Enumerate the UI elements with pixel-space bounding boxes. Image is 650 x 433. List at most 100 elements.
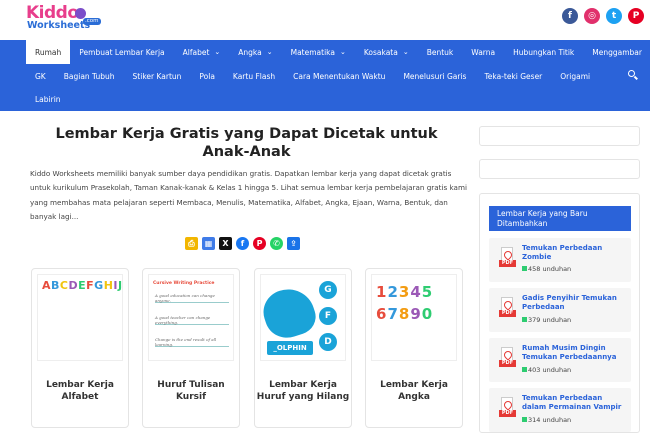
pdf-icon: PDF [499,397,516,419]
nav-item-angka[interactable]: Angka⌄ [229,40,281,64]
whatsapp-icon[interactable]: ✆ [270,237,283,250]
numbers-thumbnail: 1234567890 [371,274,457,361]
pinterest-icon[interactable]: P [253,237,266,250]
alphabet-thumbnail: ABCDEFGHIJKLMNOPQRSTUVWXYZ [37,274,123,361]
download-title[interactable]: Gadis Penyihir Temukan Perbedaan [522,294,627,312]
download-item[interactable]: PDF Temukan Perbedaan dalam Permainan Va… [489,388,631,432]
card-caption: Lembar Kerja Huruf yang Hilang [255,379,351,403]
cursive-heading: Cursive Writing Practice [153,281,214,286]
nav-item-stiker-kartun[interactable]: Stiker Kartun [124,64,191,88]
letter-option: G [319,281,337,299]
social-links: f ◎ t P [562,8,644,24]
download-item[interactable]: PDF Rumah Musim Dingin Temukan Perbedaan… [489,338,631,382]
widget-heading: Lembar Kerja yang Baru Ditambahkan [489,206,631,231]
nav-item-teka-teki-geser[interactable]: Teka-teki Geser [475,64,551,88]
download-icon [522,317,527,322]
number-digit: 2 [387,283,398,301]
download-count: 458 unduhan [522,265,571,273]
nav-item-origami[interactable]: Origami [551,64,599,88]
pdf-icon: PDF [499,297,516,319]
cursive-line: A good teacher can change everything. [155,315,229,325]
alphabet-letter: F [86,279,94,292]
logo-subtext: Worksheets [27,20,90,32]
alphabet-letter: A [42,279,51,292]
number-digit: 3 [399,283,410,301]
nav-item-labirin[interactable]: Labirin [26,87,70,111]
missing-letter-thumbnail: G F D _OLPHIN [260,274,346,361]
nav-item-kosakata[interactable]: Kosakata⌄ [355,40,418,64]
alphabet-letters: ABCDEFGHIJKLMNOPQRSTUVWXYZ [42,279,118,292]
search-icon[interactable] [628,70,638,80]
download-icon [522,367,527,372]
nav-item-kartu-flash[interactable]: Kartu Flash [224,64,284,88]
number-digit: 4 [410,283,421,301]
alphabet-letter: H [104,279,114,292]
recent-worksheets-widget: Lembar Kerja yang Baru Ditambahkan PDF T… [479,193,640,433]
card-caption: Huruf Tulisan Kursif [143,379,239,403]
grid-icon[interactable]: ▦ [202,237,215,250]
intro-text: Kiddo Worksheets memiliki banyak sumber … [30,167,467,224]
twitter-icon[interactable]: t [606,8,622,24]
cursive-thumbnail: Cursive Writing Practice A good educatio… [148,274,234,361]
download-item[interactable]: PDF Temukan Perbedaan Zombie 458 unduhan [489,238,631,282]
alphabet-letter: B [51,279,60,292]
nav-row-3: Labirin [26,87,70,111]
nav-row-1: RumahPembuat Lembar KerjaAlfabet⌄Angka⌄M… [26,40,650,64]
card-caption: Lembar Kerja Angka [366,379,462,403]
nav-item-alfabet[interactable]: Alfabet⌄ [174,40,230,64]
download-item[interactable]: PDF Gadis Penyihir Temukan Perbedaan 379… [489,288,631,332]
alphabet-letter: G [94,279,104,292]
share-bar: ⎙ ▦ X f P ✆ ⇪ [185,237,300,250]
chevron-down-icon: ⌄ [267,48,273,56]
download-count: 314 unduhan [522,416,571,424]
nav-item-cara-menentukan-waktu[interactable]: Cara Menentukan Waktu [284,64,394,88]
share-icon[interactable]: ⇪ [287,237,300,250]
dolphin-illustration [260,282,320,343]
download-title[interactable]: Temukan Perbedaan Zombie [522,244,627,262]
download-icon [522,266,527,271]
download-title[interactable]: Temukan Perbedaan dalam Permainan Vampir [522,394,627,412]
nav-item-warna[interactable]: Warna [462,40,504,64]
number-digit: 0 [422,305,433,323]
download-title[interactable]: Rumah Musim Dingin Temukan Perbedaannya [522,344,627,362]
x-icon[interactable]: X [219,237,232,250]
number-digit: 8 [399,305,410,323]
sidebar-widget [479,159,640,179]
facebook-icon[interactable]: f [236,237,249,250]
nav-item-menggambar[interactable]: Menggambar [583,40,650,64]
card-caption: Lembar Kerja Alfabet [32,379,128,403]
worksheet-card-missing-letter[interactable]: G F D _OLPHIN Lembar Kerja Huruf yang Hi… [254,268,352,428]
worksheet-card-numbers[interactable]: 1234567890 Lembar Kerja Angka [365,268,463,428]
download-count: 403 unduhan [522,366,571,374]
instagram-icon[interactable]: ◎ [584,8,600,24]
nav-item-bentuk[interactable]: Bentuk [418,40,463,64]
print-icon[interactable]: ⎙ [185,237,198,250]
nav-item-pembuat-lembar-kerja[interactable]: Pembuat Lembar Kerja [70,40,173,64]
nav-item-rumah[interactable]: Rumah [26,40,70,64]
nav-item-gk[interactable]: GK [26,64,55,88]
number-digit: 6 [376,305,387,323]
site-logo[interactable]: Kiddo Worksheets .com [26,4,96,36]
pinterest-icon[interactable]: P [628,8,644,24]
worksheet-card-alphabet[interactable]: ABCDEFGHIJKLMNOPQRSTUVWXYZ Lembar Kerja … [31,268,129,428]
nav-item-pola[interactable]: Pola [190,64,224,88]
cursive-line: A good education can change anyone. [155,293,229,303]
facebook-icon[interactable]: f [562,8,578,24]
number-digit: 9 [410,305,421,323]
letter-option: F [319,307,337,325]
chevron-down-icon: ⌄ [214,48,220,56]
download-count: 379 unduhan [522,316,571,324]
pdf-icon: PDF [499,247,516,269]
worksheet-card-cursive[interactable]: Cursive Writing Practice A good educatio… [142,268,240,428]
logo-com-badge: .com [83,18,101,25]
nav-item-bagian-tubuh[interactable]: Bagian Tubuh [55,64,124,88]
number-digit: 7 [387,305,398,323]
nav-item-hubungkan-titik[interactable]: Hubungkan Titik [504,40,583,64]
missing-word: _OLPHIN [267,341,313,355]
pdf-icon: PDF [499,347,516,369]
nav-item-matematika[interactable]: Matematika⌄ [282,40,355,64]
nav-item-menelusuri-garis[interactable]: Menelusuri Garis [394,64,475,88]
main-content: Lembar Kerja Gratis yang Dapat Dicetak u… [0,111,650,425]
alphabet-letter: D [68,279,78,292]
sidebar-widget [479,126,640,146]
